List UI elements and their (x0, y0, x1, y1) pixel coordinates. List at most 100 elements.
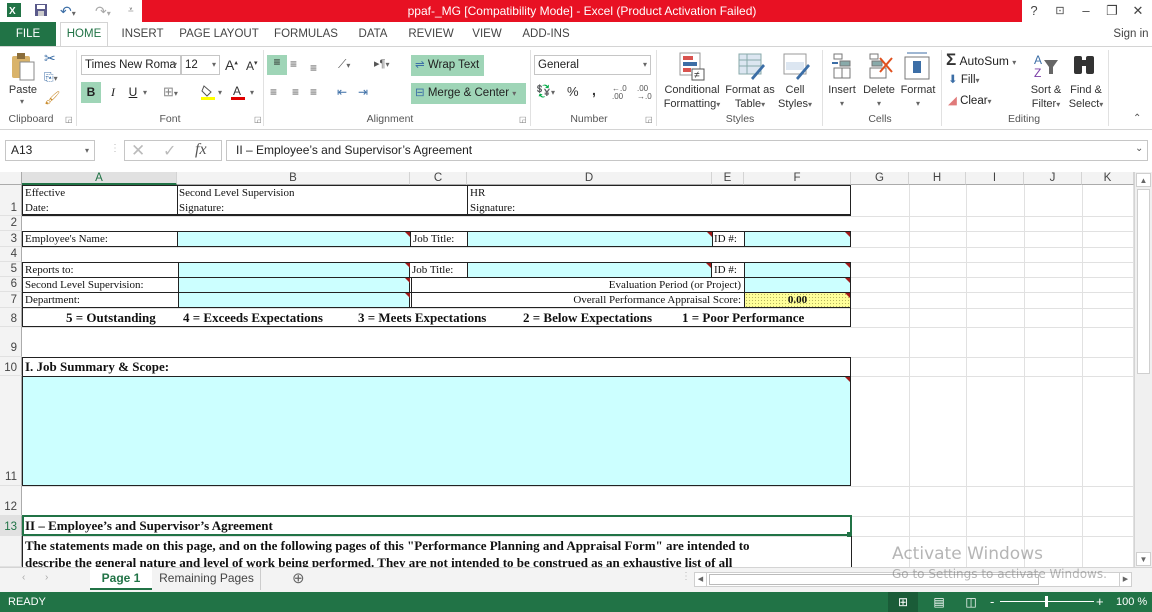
normal-view-icon[interactable]: ⊞ (888, 592, 918, 612)
copy-icon[interactable]: ⎘▾ (44, 70, 58, 85)
cell-styles-button[interactable]: Cell Styles▾ (776, 83, 814, 112)
enter-icon[interactable]: ✓ (163, 141, 176, 161)
italic-button[interactable]: I (104, 82, 122, 103)
underline-dropdown-icon[interactable]: ▾ (143, 88, 147, 97)
cancel-icon[interactable]: ✕ (131, 141, 145, 161)
evaluation-period-input[interactable] (744, 278, 850, 292)
tab-splitter-icon[interactable]: ⋮ (681, 571, 691, 582)
paste-icon[interactable] (10, 52, 36, 82)
format-as-table-button[interactable]: Format as Table▾ (724, 83, 776, 112)
number-format-dropdown[interactable]: General ▾ (534, 55, 651, 75)
column-header-d[interactable]: D (467, 172, 712, 185)
comment-indicator-icon[interactable] (706, 263, 711, 268)
comment-indicator-icon[interactable] (405, 278, 410, 283)
fill-button[interactable]: ⬇ Fill▾ (948, 72, 980, 86)
column-header-h[interactable]: H (909, 172, 966, 185)
format-painter-icon[interactable]: 🖌 (44, 90, 61, 106)
row-header-9[interactable]: 9 (0, 327, 22, 357)
tab-data[interactable]: DATA (350, 22, 396, 46)
font-color-icon[interactable]: A (230, 83, 246, 101)
job-title-input-2[interactable] (467, 263, 712, 277)
comma-style-button[interactable]: , (592, 82, 596, 98)
insert-cells-button[interactable]: Insert ▾ (824, 83, 860, 111)
vertical-scroll-thumb[interactable] (1137, 189, 1150, 374)
row-header-4[interactable]: 4 (0, 247, 22, 262)
job-title-input[interactable] (467, 231, 713, 247)
scroll-left-icon[interactable]: ◀ (695, 573, 707, 586)
zoom-level[interactable]: 100 % (1116, 592, 1147, 612)
row-header-13[interactable]: 13 (0, 516, 22, 536)
row-header-5[interactable]: 5 (0, 262, 22, 277)
alignment-launcher-icon[interactable]: ◲ (519, 115, 527, 124)
minimize-icon[interactable]: – (1074, 2, 1098, 20)
row-header-3[interactable]: 3 (0, 231, 22, 247)
scroll-up-icon[interactable]: ▲ (1136, 173, 1151, 187)
employee-name-input[interactable] (177, 231, 411, 247)
row-header-14[interactable] (0, 536, 22, 567)
cut-icon[interactable]: ✂ (44, 50, 56, 67)
font-color-dropdown-icon[interactable]: ▾ (250, 88, 254, 97)
worksheet-grid[interactable]: A B C D E F G H I J K 1 2 3 4 5 6 7 8 9 … (0, 172, 1134, 567)
borders-icon[interactable]: ⊞▾ (163, 84, 178, 100)
font-launcher-icon[interactable]: ◲ (254, 115, 262, 124)
row-header-6[interactable]: 6 (0, 277, 22, 292)
column-header-a[interactable]: A (22, 172, 177, 185)
decrease-indent-icon[interactable]: ⇤ (337, 85, 347, 99)
font-name-dropdown[interactable]: Times New Roma ▾ (81, 55, 181, 75)
zoom-in-icon[interactable]: + (1096, 592, 1104, 612)
percent-style-button[interactable]: % (567, 84, 579, 99)
close-icon[interactable]: ✕ (1126, 2, 1150, 20)
tab-add-ins[interactable]: ADD-INS (516, 22, 576, 46)
undo-icon[interactable]: ↶▾ (60, 2, 86, 20)
insert-function-icon[interactable]: fx (195, 141, 207, 159)
department-input[interactable] (178, 293, 410, 307)
tab-home[interactable]: HOME (60, 22, 108, 47)
row-header-7[interactable]: 7 (0, 292, 22, 308)
middle-align-icon[interactable]: ≡ (290, 57, 297, 71)
accounting-format-icon[interactable]: 💱▾ (536, 84, 555, 98)
customize-qat-icon[interactable]: ⩡ (128, 2, 138, 20)
increase-indent-icon[interactable]: ⇥ (358, 85, 368, 99)
comment-indicator-icon[interactable] (405, 293, 410, 298)
comment-indicator-icon[interactable] (845, 232, 850, 237)
comment-indicator-icon[interactable] (845, 377, 850, 382)
column-header-i[interactable]: I (966, 172, 1024, 185)
row-header-12[interactable]: 12 (0, 486, 22, 516)
page-break-preview-icon[interactable]: ◫ (960, 592, 982, 612)
sign-in-link[interactable]: Sign in (1110, 22, 1152, 46)
save-icon[interactable] (33, 2, 49, 20)
delete-cells-button[interactable]: Delete ▾ (860, 83, 898, 111)
comment-indicator-icon[interactable] (845, 263, 850, 268)
expand-formula-bar-icon[interactable]: ⌄ (1135, 143, 1143, 154)
row-header-1[interactable]: 1 (0, 185, 22, 216)
tab-insert[interactable]: INSERT (115, 22, 170, 46)
collapse-ribbon-icon[interactable]: ⌃ (1133, 113, 1141, 124)
reports-to-input[interactable] (178, 263, 410, 277)
scroll-right-icon[interactable]: ▶ (1119, 573, 1131, 586)
comment-indicator-icon[interactable] (845, 278, 850, 283)
align-right-icon[interactable]: ≡ (310, 85, 317, 99)
id-input-2[interactable] (744, 263, 850, 277)
tab-review[interactable]: REVIEW (404, 22, 458, 46)
number-launcher-icon[interactable]: ◲ (645, 115, 653, 124)
font-size-dropdown[interactable]: 12 ▾ (181, 55, 220, 75)
align-center-icon[interactable]: ≡ (292, 85, 299, 99)
increase-decimal-icon[interactable]: ←.0.00 (612, 85, 627, 101)
column-header-j[interactable]: J (1024, 172, 1082, 185)
paste-button[interactable]: Paste (6, 83, 40, 97)
second-level-supervision-input[interactable] (178, 278, 410, 292)
wrap-text-button[interactable]: ⇌ Wrap Text (411, 55, 484, 76)
clipboard-launcher-icon[interactable]: ◲ (65, 115, 73, 124)
overall-score-cell[interactable]: 0.00 (744, 293, 850, 307)
column-header-e[interactable]: E (712, 172, 744, 185)
orientation-icon[interactable]: ⟋▾ (338, 57, 350, 72)
tab-page-layout[interactable]: PAGE LAYOUT (176, 22, 262, 46)
redo-icon[interactable]: ↷▾ (95, 2, 121, 20)
paste-dropdown-icon[interactable]: ▾ (20, 97, 24, 106)
select-all-corner[interactable] (0, 172, 22, 185)
comment-indicator-icon[interactable] (845, 293, 850, 298)
sheet-tab-remaining-pages[interactable]: Remaining Pages (153, 567, 261, 590)
find-select-button[interactable]: Find & Select▾ (1066, 83, 1106, 112)
fill-color-icon[interactable] (200, 83, 216, 101)
scroll-sheets-right-icon[interactable]: › (45, 572, 48, 583)
